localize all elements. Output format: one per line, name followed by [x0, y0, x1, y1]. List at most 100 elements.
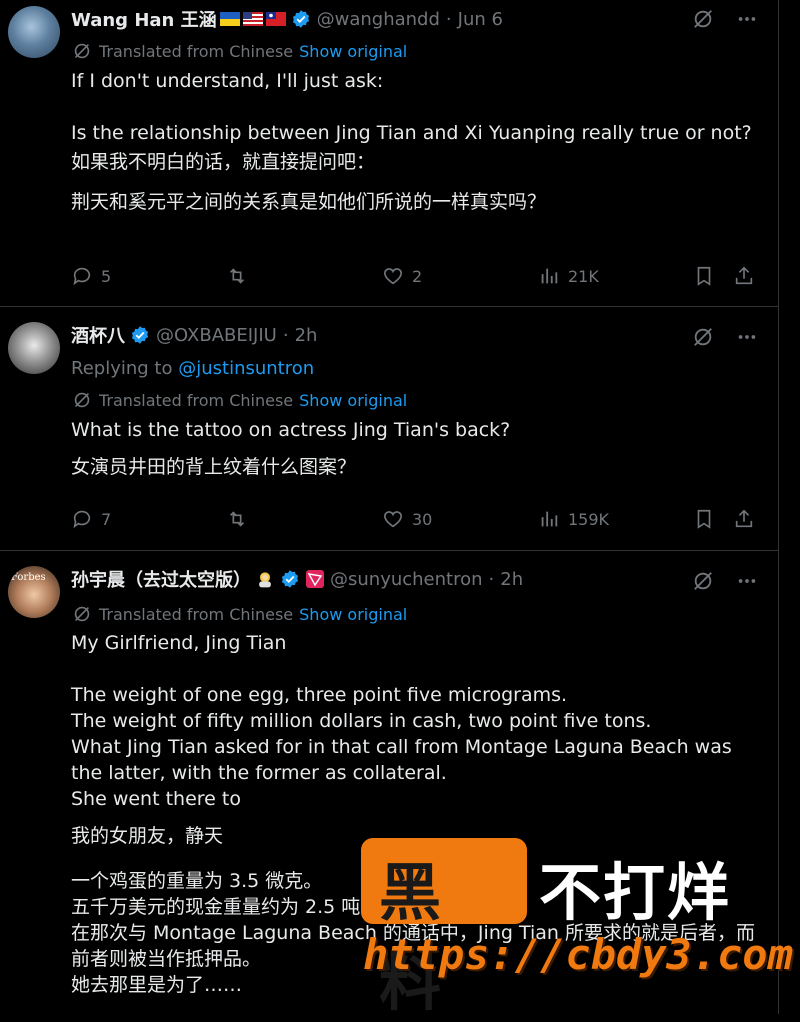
- tweet-text-line: 女演员井田的背上纹着什么图案？: [71, 456, 357, 478]
- replying-label: Replying to: [71, 358, 173, 379]
- bookmark-icon: [697, 509, 711, 529]
- tweet-header: 酒杯八 @OXBABEIJIU · 2h: [71, 322, 317, 348]
- tweet-actions: 5 2 21K: [71, 265, 761, 291]
- show-original-link[interactable]: Show original: [299, 605, 407, 624]
- verified-badge-icon: [131, 326, 149, 344]
- timestamp[interactable]: 2h: [500, 569, 523, 590]
- timestamp[interactable]: Jun 6: [458, 9, 503, 30]
- retweet-icon: [229, 511, 245, 527]
- tweet-header: 孙宇晨（去过太空版） @sunyuchentron · 2h: [71, 566, 523, 592]
- user-handle[interactable]: @sunyuchentron: [330, 569, 483, 590]
- tweet-text-line: The weight of fifty million dollars in c…: [71, 710, 652, 732]
- translated-label: Translated from Chinese: [99, 604, 294, 624]
- user-handle[interactable]: @wanghandd: [317, 9, 440, 30]
- bookmark-button[interactable]: [693, 508, 723, 530]
- tweet-text-line: My Girlfriend, Jing Tian: [71, 632, 287, 654]
- avatar-logo-text: Forbes: [11, 572, 46, 583]
- column-divider: [778, 0, 779, 1014]
- show-original-link[interactable]: Show original: [299, 42, 407, 61]
- display-name[interactable]: 酒杯八: [71, 322, 125, 348]
- grok-icon[interactable]: [692, 8, 714, 30]
- like-button[interactable]: 2: [382, 265, 422, 287]
- tweet-text-line: What is the tattoo on actress Jing Tian'…: [71, 419, 511, 441]
- translation-notice: Translated from Chinese Show original: [71, 40, 407, 62]
- tweet-text-line: She went there to: [71, 788, 241, 810]
- tweet-text-line: The weight of one egg, three point five …: [71, 684, 568, 706]
- user-handle[interactable]: @OXBABEIJIU: [156, 325, 277, 346]
- taiwan-flag-icon: [265, 12, 286, 26]
- bookmark-button[interactable]: [693, 265, 723, 287]
- tweet-text-line: If I don't understand, I'll just ask:: [71, 70, 384, 92]
- replying-to: Replying to @justinsuntron: [71, 358, 314, 379]
- tweet-actions: 7 30 159K: [71, 508, 761, 534]
- like-button[interactable]: 30: [382, 508, 432, 530]
- views-button[interactable]: 159K: [538, 508, 609, 530]
- tweet-top-actions: [692, 570, 758, 592]
- views-icon: [541, 511, 558, 527]
- retweet-button[interactable]: [225, 265, 257, 287]
- watermark-url: https://cbdy3.com: [363, 930, 793, 979]
- retweet-icon: [229, 268, 245, 284]
- views-count: 159K: [568, 509, 610, 529]
- translate-icon: [74, 606, 90, 622]
- tweet-text-line: 荆天和奚元平之间的关系真是如他们所说的一样真实吗？: [71, 191, 547, 213]
- bookmark-icon: [697, 266, 711, 286]
- share-icon: [735, 266, 753, 285]
- separator-dot: ·: [488, 568, 495, 590]
- tweet-text: If I don't understand, I'll just ask: Is…: [71, 68, 761, 218]
- heart-icon: [383, 268, 403, 285]
- usa-flag-icon: [242, 12, 263, 26]
- reply-button[interactable]: 7: [71, 508, 111, 530]
- replying-to-link[interactable]: @justinsuntron: [178, 358, 314, 379]
- display-name[interactable]: 孙宇晨（去过太空版）: [71, 566, 251, 592]
- grok-icon[interactable]: [692, 570, 714, 592]
- heart-icon: [383, 511, 403, 528]
- views-icon: [541, 268, 558, 284]
- astronaut-emoji-icon: [259, 572, 271, 588]
- display-name[interactable]: Wang Han 王涵: [71, 6, 217, 32]
- views-button[interactable]: 21K: [538, 265, 599, 287]
- tweet-text-line: What Jing Tian asked for in that call fr…: [71, 736, 732, 784]
- avatar[interactable]: [8, 322, 60, 374]
- watermark-slogan-text: 不打烊: [539, 856, 732, 929]
- verified-badge-icon: [292, 10, 309, 28]
- reply-icon: [73, 510, 91, 529]
- tweet-text-line: Is the relationship between Jing Tian an…: [71, 122, 752, 144]
- verified-badge-icon: [281, 570, 299, 588]
- tweet-text: What is the tattoo on actress Jing Tian'…: [71, 417, 761, 483]
- tweet[interactable]: 酒杯八 @OXBABEIJIU · 2h Replying to @justin…: [0, 306, 778, 551]
- tron-logo-icon: [306, 570, 324, 588]
- avatar[interactable]: Forbes: [8, 566, 60, 618]
- share-icon: [735, 509, 753, 528]
- translate-icon: [74, 392, 90, 408]
- timestamp[interactable]: 2h: [295, 325, 318, 346]
- like-count: 2: [412, 266, 423, 286]
- separator-dot: ·: [445, 8, 452, 30]
- tweet-top-actions: [692, 8, 758, 30]
- reply-button[interactable]: 5: [71, 265, 111, 287]
- separator-dot: ·: [282, 324, 289, 346]
- views-count: 21K: [568, 266, 599, 286]
- translation-notice: Translated from Chinese Show original: [71, 603, 407, 625]
- share-button[interactable]: [733, 508, 763, 530]
- more-options-icon[interactable]: [736, 8, 758, 30]
- avatar[interactable]: [8, 6, 60, 58]
- reply-count: 5: [101, 266, 112, 286]
- show-original-link[interactable]: Show original: [299, 391, 407, 410]
- reply-icon: [73, 267, 91, 286]
- like-count: 30: [412, 509, 433, 529]
- translated-label: Translated from Chinese: [99, 41, 294, 61]
- translation-notice: Translated from Chinese Show original: [71, 389, 407, 411]
- translate-icon: [74, 43, 90, 59]
- translated-label: Translated from Chinese: [99, 390, 294, 410]
- grok-icon[interactable]: [692, 326, 714, 348]
- retweet-button[interactable]: [225, 508, 257, 530]
- ukraine-flag-icon: [219, 12, 240, 26]
- tweet[interactable]: Wang Han 王涵 @wanghandd · Jun 6 Translate…: [0, 0, 778, 307]
- tweet-top-actions: [692, 326, 758, 348]
- more-options-icon[interactable]: [736, 326, 758, 348]
- tweet-header: Wang Han 王涵 @wanghandd · Jun 6: [71, 6, 503, 32]
- share-button[interactable]: [733, 265, 763, 287]
- more-options-icon[interactable]: [736, 570, 758, 592]
- reply-count: 7: [101, 509, 112, 529]
